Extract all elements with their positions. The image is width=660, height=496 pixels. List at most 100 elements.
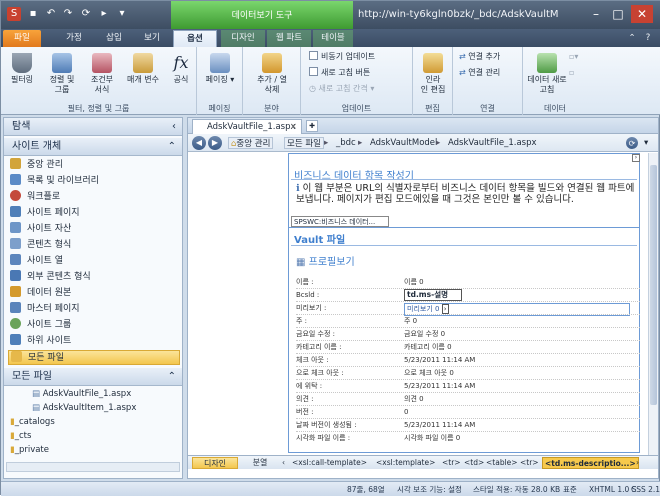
vertical-scrollbar[interactable] <box>648 153 658 455</box>
folder-icon <box>11 351 22 362</box>
tag-td-selected[interactable]: <td.ms-descriptio...> <box>542 457 639 469</box>
breadcrumb-bdc[interactable]: _bdc <box>336 137 356 149</box>
tag-selector-next[interactable]: › <box>636 457 639 469</box>
new-tab-icon[interactable]: ✚ <box>306 120 318 132</box>
tag-tooltip: td.ms-설명 <box>404 289 462 301</box>
nav-item-external-content-types[interactable]: 외부 콘텐츠 형식 <box>10 270 182 285</box>
chevron-up-icon[interactable]: ⌃ <box>168 138 176 156</box>
customize-dropdown-icon[interactable]: ▾ <box>115 7 129 21</box>
redo-icon[interactable]: ↷ <box>61 7 75 21</box>
parameters-button[interactable]: 매개 변수 <box>123 53 163 85</box>
chevron-up-icon[interactable]: ⌃ <box>168 368 176 386</box>
tab-view[interactable]: 보기 <box>135 30 169 47</box>
breadcrumb-all-files[interactable]: 모든 파일 <box>284 137 324 149</box>
nav-item-content-types[interactable]: 콘텐츠 형식 <box>10 238 182 253</box>
nav-dropdown-icon[interactable]: ▾ <box>644 137 648 149</box>
tag-table[interactable]: <table> <box>486 457 518 469</box>
add-connection-button[interactable]: ⇄ 연결 추가 <box>459 51 500 63</box>
add-remove-column-button[interactable]: 추가 / 열 삭제 <box>247 53 297 95</box>
save-icon[interactable]: ▪ <box>26 7 40 21</box>
refresh-page-icon[interactable]: ⟳ <box>626 137 638 149</box>
tree-folder-private[interactable]: ▮_private <box>10 444 49 457</box>
nav-item-data-sources[interactable]: 데이터 원본 <box>10 286 182 301</box>
subsite-icon <box>10 334 21 345</box>
ribbon-minimize-icon[interactable]: ⌃ <box>625 30 639 47</box>
data-options-icon[interactable]: ▫▾ <box>569 51 578 63</box>
nav-item-workflows[interactable]: 워크플로 <box>10 190 182 205</box>
nav-horizontal-scrollbar[interactable] <box>6 462 180 472</box>
webpart-chevron-icon[interactable]: › <box>632 154 640 162</box>
inline-edit-icon <box>423 53 443 73</box>
tab-web-part[interactable]: 웹 파트 <box>267 30 311 47</box>
tag-template[interactable]: <xsl:template> <box>376 457 435 469</box>
paging-button[interactable]: 페이징 ▾ <box>203 53 237 85</box>
status-style-application[interactable]: 스타일 적용: 자동 <box>473 484 529 496</box>
nav-section-all-files[interactable]: 모든 파일 ⌃ <box>4 368 182 386</box>
async-update-checkbox[interactable]: 비동기 업데이트 <box>309 51 375 63</box>
tag-selector-prev[interactable]: ‹ <box>282 457 285 469</box>
collapse-icon[interactable]: ‹ <box>172 118 176 136</box>
preview-icon[interactable]: ▸ <box>97 7 111 21</box>
tree-file-adskvaultitem[interactable]: ▤ AdskVaultItem_1.aspx <box>32 402 136 415</box>
document-tab[interactable]: AdskVaultFile_1.aspx × <box>192 119 302 134</box>
scrollbar-thumb[interactable] <box>650 165 657 405</box>
tag-td[interactable]: <td> <box>464 457 484 469</box>
page-icon <box>10 206 21 217</box>
tab-file[interactable]: 파일 <box>3 30 41 47</box>
status-doctype[interactable]: XHTML 1.0 S <box>589 484 636 496</box>
nav-item-all-files[interactable]: 모든 파일 <box>8 350 180 365</box>
nav-item-central-admin[interactable]: 중앙 관리 <box>10 158 182 173</box>
minimize-button[interactable]: – <box>585 5 607 23</box>
tree-file-adskvaultfile[interactable]: ▤ AdskVaultFile_1.aspx <box>32 388 131 401</box>
tab-insert[interactable]: 삽입 <box>95 30 133 47</box>
view-split-tab[interactable]: 분열 <box>242 457 278 469</box>
content-type-icon <box>10 238 21 249</box>
app-logo-icon: S <box>7 7 21 21</box>
refresh-interval-dropdown[interactable]: ◷ 새로 고침 간격 ▾ <box>309 83 374 95</box>
tag-tr-2[interactable]: <tr> <box>520 457 539 469</box>
sort-group-button[interactable]: 정렬 및 그룹 <box>45 53 79 95</box>
refresh-data-button[interactable]: 데이터 새로 고침 <box>525 53 569 95</box>
breadcrumb-file[interactable]: AdskVaultFile_1.aspx <box>448 137 537 149</box>
status-css-version[interactable]: CSS 2.1 <box>631 484 660 496</box>
tab-options[interactable]: 옵션 <box>173 30 217 47</box>
tab-design[interactable]: 디자인 <box>221 30 265 47</box>
data-lock-icon[interactable]: ▫ <box>569 67 574 79</box>
tree-folder-catalogs[interactable]: ▮_catalogs <box>10 416 55 429</box>
maximize-button[interactable]: □ <box>607 5 629 23</box>
nav-item-lists-libraries[interactable]: 목록 및 라이브러리 <box>10 174 182 189</box>
nav-item-site-pages[interactable]: 사이트 페이지 <box>10 206 182 221</box>
nav-item-site-assets[interactable]: 사이트 자산 <box>10 222 182 237</box>
tag-call-template[interactable]: <xsl:call-template> <box>292 457 367 469</box>
forward-button[interactable]: ▶ <box>208 136 222 150</box>
refresh-icon[interactable]: ⟳ <box>79 7 93 21</box>
breadcrumb-central-admin[interactable]: ⌂중앙 관리 <box>228 137 274 149</box>
inline-edit-button[interactable]: 인라 인 편집 <box>415 53 451 95</box>
nav-item-master-pages[interactable]: 마스터 페이지 <box>10 302 182 317</box>
sps-control-label[interactable]: SPSWC:비즈니스 데이터... <box>291 216 389 227</box>
manage-connections-button[interactable]: ⇄ 연결 관리 <box>459 67 500 79</box>
formula-button[interactable]: fx 공식 <box>167 53 195 85</box>
chevron-right-icon[interactable]: › <box>441 304 449 314</box>
tag-tr[interactable]: <tr> <box>442 457 461 469</box>
tree-folder-cts[interactable]: ▮_cts <box>10 430 31 443</box>
tab-close-icon[interactable]: × <box>290 120 297 135</box>
close-button[interactable]: ✕ <box>631 5 653 23</box>
nav-item-site-groups[interactable]: 사이트 그룹 <box>10 318 182 333</box>
conditional-format-button[interactable]: 조건부 서식 <box>85 53 119 95</box>
view-design-tab[interactable]: 디자인 <box>192 457 238 469</box>
help-icon[interactable]: ? <box>641 30 655 47</box>
status-mode[interactable]: 표준 <box>563 484 577 496</box>
tab-home[interactable]: 가정 <box>55 30 93 47</box>
breadcrumb-model[interactable]: AdskVaultModel <box>370 137 437 149</box>
status-visual-aids[interactable]: 시각 보조 기능: 설정 <box>397 484 462 496</box>
nav-item-subsites[interactable]: 하위 사이트 <box>10 334 182 349</box>
back-button[interactable]: ◀ <box>192 136 206 150</box>
undo-icon[interactable]: ↶ <box>44 7 58 21</box>
filter-button[interactable]: 필터링 <box>7 53 37 85</box>
tab-table[interactable]: 테이블 <box>313 30 353 47</box>
refresh-button-checkbox[interactable]: 새로 고침 버튼 <box>309 67 370 79</box>
navigation-pane: 탐색 ‹ 사이트 개체 ⌃ 중앙 관리 목록 및 라이브러리 워크플로 사이트 페이… <box>3 117 183 479</box>
nav-section-site-objects[interactable]: 사이트 개체 ⌃ <box>4 138 182 156</box>
nav-item-site-columns[interactable]: 사이트 열 <box>10 254 182 269</box>
